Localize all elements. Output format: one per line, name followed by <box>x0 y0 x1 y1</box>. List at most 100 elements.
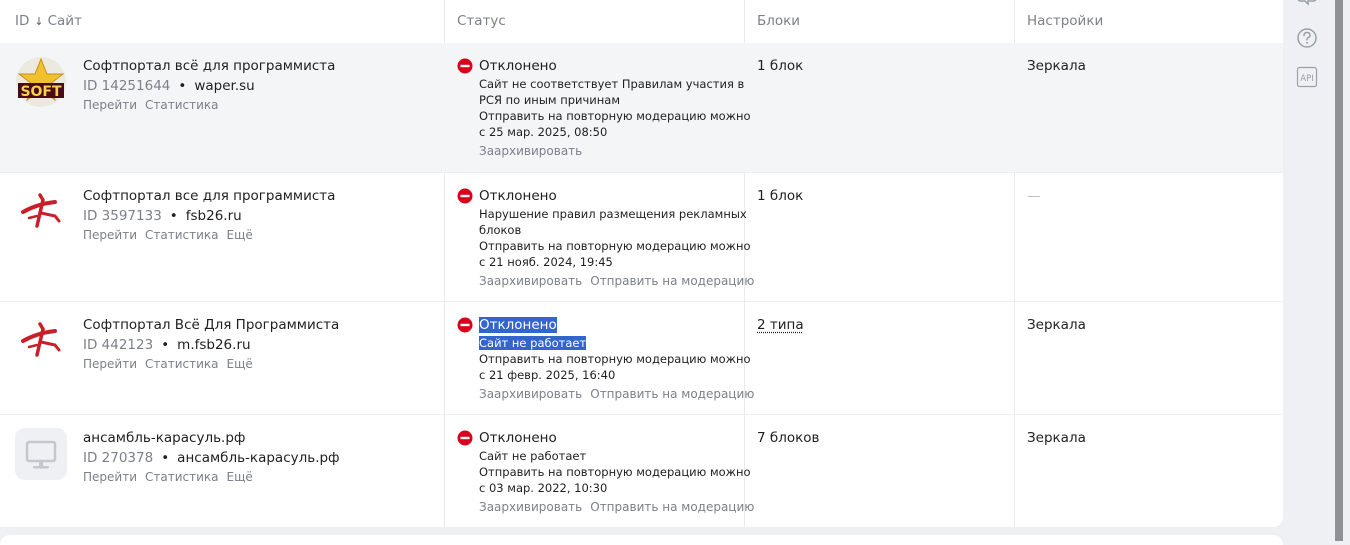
site-id-line: ID 442123 • m.fsb26.ru <box>83 337 251 353</box>
status-line: Отправить на повторную модерацию можно <box>479 464 737 480</box>
archive-link[interactable]: Заархивировать <box>479 144 582 158</box>
statistics-link[interactable]: Статистика <box>145 98 219 112</box>
blocks-count[interactable]: 1 блок <box>757 188 803 204</box>
fsb-runner-logo <box>15 315 67 367</box>
status-actions: Заархивировать <box>479 144 590 158</box>
status-line: Отправить на повторную модерацию можно <box>479 108 737 124</box>
site-name[interactable]: Софтпортал все для программиста <box>83 188 335 204</box>
open-link[interactable]: Перейти <box>83 357 137 371</box>
site-id: ID 442123 <box>83 337 153 353</box>
header-site-sort[interactable]: ID ↓ Сайт <box>15 13 82 29</box>
open-link[interactable]: Перейти <box>83 98 137 112</box>
status-reason: Сайт не соответствует Правилам участия в… <box>479 76 737 140</box>
separator-dot: • <box>161 337 169 353</box>
status-line: с 21 нояб. 2024, 19:45 <box>479 254 737 270</box>
blocks-count[interactable]: 7 блоков <box>757 430 819 446</box>
sites-table: ID ↓ Сайт Статус Блоки Настройки SOFT Софт… <box>0 0 1283 527</box>
statistics-link[interactable]: Статистика <box>145 357 219 371</box>
status-line: с 25 мар. 2025, 08:50 <box>479 124 737 140</box>
status-title: Отклонено <box>479 58 557 74</box>
site-domain: ансамбль-карасуль.рф <box>177 450 339 466</box>
more-link[interactable]: Ещё <box>227 357 253 371</box>
status-line: РСЯ по иным причинам <box>479 92 737 108</box>
statistics-link[interactable]: Статистика <box>145 228 219 242</box>
chat-icon[interactable] <box>1296 0 1320 8</box>
help-icon[interactable] <box>1296 27 1318 49</box>
blocks-types-link[interactable]: 2 типа <box>757 317 804 333</box>
header-site-label: Сайт <box>48 13 82 29</box>
site-domain: fsb26.ru <box>186 208 242 224</box>
settings-mirrors[interactable]: Зеркала <box>1027 430 1086 446</box>
api-icon[interactable]: API <box>1296 66 1318 88</box>
send-to-moderation-link[interactable]: Отправить на модерацию <box>590 274 754 288</box>
table-row: Софтпортал Всё Для Программиста ID 44212… <box>0 301 1283 415</box>
separator-dot: • <box>178 78 186 94</box>
status-reason: Нарушение правил размещения рекламных бл… <box>479 206 737 270</box>
status-line: Отправить на повторную модерацию можно <box>479 238 737 254</box>
status-line: Сайт не соответствует Правилам участия в <box>479 76 737 92</box>
settings-mirrors[interactable]: Зеркала <box>1027 317 1086 333</box>
status-line: с 03 мар. 2022, 10:30 <box>479 480 737 496</box>
site-name[interactable]: Софтпортал всё для программиста <box>83 58 335 74</box>
status-actions: Заархивировать Отправить на модерацию <box>479 387 762 401</box>
status-line: Сайт не работает <box>479 335 737 351</box>
separator-dot: • <box>161 450 169 466</box>
header-id-label: ID <box>15 13 29 29</box>
site-name[interactable]: ансамбль-карасуль.рф <box>83 430 245 446</box>
stop-icon <box>457 188 473 204</box>
site-domain: m.fsb26.ru <box>177 337 250 353</box>
status-line: Отправить на повторную модерацию можно <box>479 351 737 367</box>
site-id: ID 270378 <box>83 450 153 466</box>
stop-icon <box>457 58 473 74</box>
softportal-star-logo: SOFT <box>15 56 67 108</box>
header-settings[interactable]: Настройки <box>1027 13 1103 29</box>
more-link[interactable]: Ещё <box>227 228 253 242</box>
archive-link[interactable]: Заархивировать <box>479 274 582 288</box>
status-title: Отклонено <box>479 188 557 204</box>
open-link[interactable]: Перейти <box>83 228 137 242</box>
archive-link[interactable]: Заархивировать <box>479 500 582 514</box>
settings-empty: — <box>1027 188 1041 204</box>
site-id-line: ID 14251644 • waper.su <box>83 78 255 94</box>
more-link[interactable]: Ещё <box>227 470 253 484</box>
stop-icon <box>457 317 473 333</box>
status-line: с 21 февр. 2025, 16:40 <box>479 367 737 383</box>
table-row: Софтпортал все для программиста ID 35971… <box>0 172 1283 302</box>
site-name[interactable]: Софтпортал Всё Для Программиста <box>83 317 339 333</box>
scrollbar[interactable] <box>1335 0 1343 541</box>
next-card-edge <box>0 535 1283 545</box>
site-links: Перейти Статистика Ещё <box>83 470 261 484</box>
site-links: Перейти Статистика <box>83 98 227 112</box>
site-domain: waper.su <box>194 78 254 94</box>
send-to-moderation-link[interactable]: Отправить на модерацию <box>590 500 754 514</box>
site-id-line: ID 3597133 • fsb26.ru <box>83 208 242 224</box>
status-reason: Сайт не работает Отправить на повторную … <box>479 335 737 383</box>
archive-link[interactable]: Заархивировать <box>479 387 582 401</box>
send-to-moderation-link[interactable]: Отправить на модерацию <box>590 387 754 401</box>
settings-mirrors[interactable]: Зеркала <box>1027 58 1086 74</box>
selected-text: Сайт не работает <box>479 336 586 350</box>
header-blocks[interactable]: Блоки <box>757 13 800 29</box>
status-title: Отклонено <box>479 317 557 333</box>
stop-icon <box>457 430 473 446</box>
status-actions: Заархивировать Отправить на модерацию <box>479 274 762 288</box>
site-id: ID 3597133 <box>83 208 162 224</box>
status-title: Отклонено <box>479 430 557 446</box>
selected-text: Отклонено <box>479 317 557 333</box>
status-line: Нарушение правил размещения рекламных <box>479 206 737 222</box>
open-link[interactable]: Перейти <box>83 470 137 484</box>
blocks-count[interactable]: 1 блок <box>757 58 803 74</box>
header-status[interactable]: Статус <box>457 13 506 29</box>
site-id-line: ID 270378 • ансамбль-карасуль.рф <box>83 450 340 466</box>
api-label: API <box>1300 74 1313 84</box>
status-line: Сайт не работает <box>479 448 737 464</box>
statistics-link[interactable]: Статистика <box>145 470 219 484</box>
svg-text:SOFT: SOFT <box>20 84 62 100</box>
status-line: блоков <box>479 222 737 238</box>
status-actions: Заархивировать Отправить на модерацию <box>479 500 762 514</box>
separator-dot: • <box>170 208 178 224</box>
table-row: ансамбль-карасуль.рф ID 270378 • ансамбль-… <box>0 414 1283 527</box>
status-reason: Сайт не работает Отправить на повторную … <box>479 448 737 496</box>
fsb-runner-logo <box>15 186 67 238</box>
site-id: ID 14251644 <box>83 78 170 94</box>
